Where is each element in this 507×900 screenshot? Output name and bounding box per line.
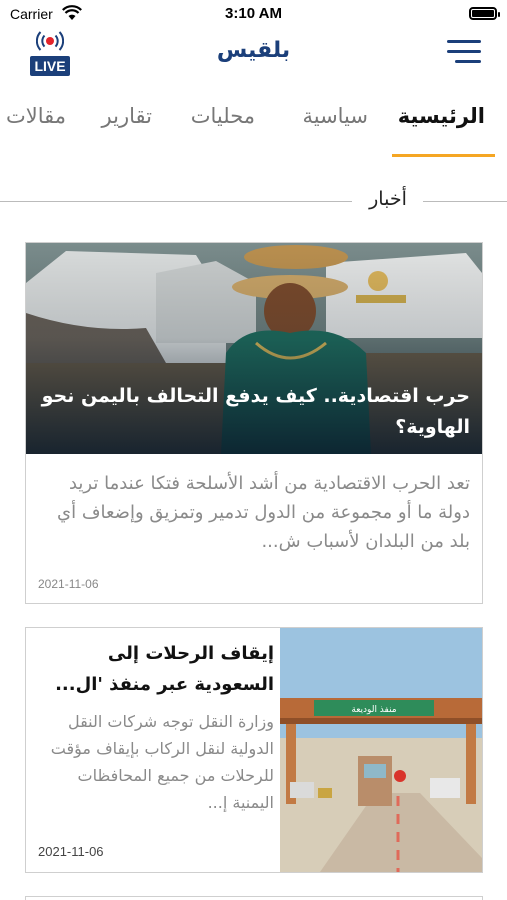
article-date: 2021-11-06 bbox=[38, 844, 104, 859]
tab-articles[interactable]: مقالات bbox=[6, 104, 66, 128]
category-tabs: الرئيسية سياسية محليات تقارير مقالات bbox=[0, 96, 507, 160]
tab-reports[interactable]: تقارير bbox=[102, 104, 152, 128]
featured-article-card[interactable]: حرب اقتصادية.. كيف يدفع التحالف باليمن ن… bbox=[25, 242, 483, 604]
article-card[interactable] bbox=[25, 896, 483, 900]
battery-icon bbox=[469, 7, 500, 20]
article-excerpt: وزارة النقل توجه شركات النقل الدولية لنق… bbox=[50, 712, 274, 812]
nav-bar: LIVE بلقيس bbox=[0, 28, 507, 84]
section-title: أخبار bbox=[369, 188, 407, 210]
gate-sign-text: منفذ الوديعة bbox=[351, 705, 396, 715]
hamburger-menu-icon[interactable] bbox=[447, 38, 481, 66]
tab-politics[interactable]: سياسية bbox=[302, 104, 368, 128]
article-image: منفذ الوديعة bbox=[280, 628, 482, 872]
section-header: أخبار bbox=[0, 184, 507, 216]
tab-local[interactable]: محليات bbox=[191, 104, 255, 128]
article-excerpt: تعد الحرب الاقتصادية من أشد الأسلحة فتكا… bbox=[57, 473, 470, 552]
status-bar: Carrier 3:10 AM bbox=[0, 0, 507, 28]
active-tab-indicator bbox=[392, 154, 495, 157]
article-title[interactable]: حرب اقتصادية.. كيف يدفع التحالف باليمن ن… bbox=[40, 381, 470, 443]
article-title[interactable]: إيقاف الرحلات إلى السعودية عبر منفذ 'ال.… bbox=[38, 638, 274, 700]
app-logo: بلقيس bbox=[216, 38, 291, 63]
section-divider bbox=[0, 201, 352, 202]
article-card[interactable]: إيقاف الرحلات إلى السعودية عبر منفذ 'ال.… bbox=[25, 627, 483, 873]
section-divider bbox=[423, 201, 507, 202]
status-time: 3:10 AM bbox=[225, 5, 282, 22]
article-date: 2021-11-06 bbox=[38, 577, 99, 591]
tab-home[interactable]: الرئيسية bbox=[398, 104, 485, 128]
